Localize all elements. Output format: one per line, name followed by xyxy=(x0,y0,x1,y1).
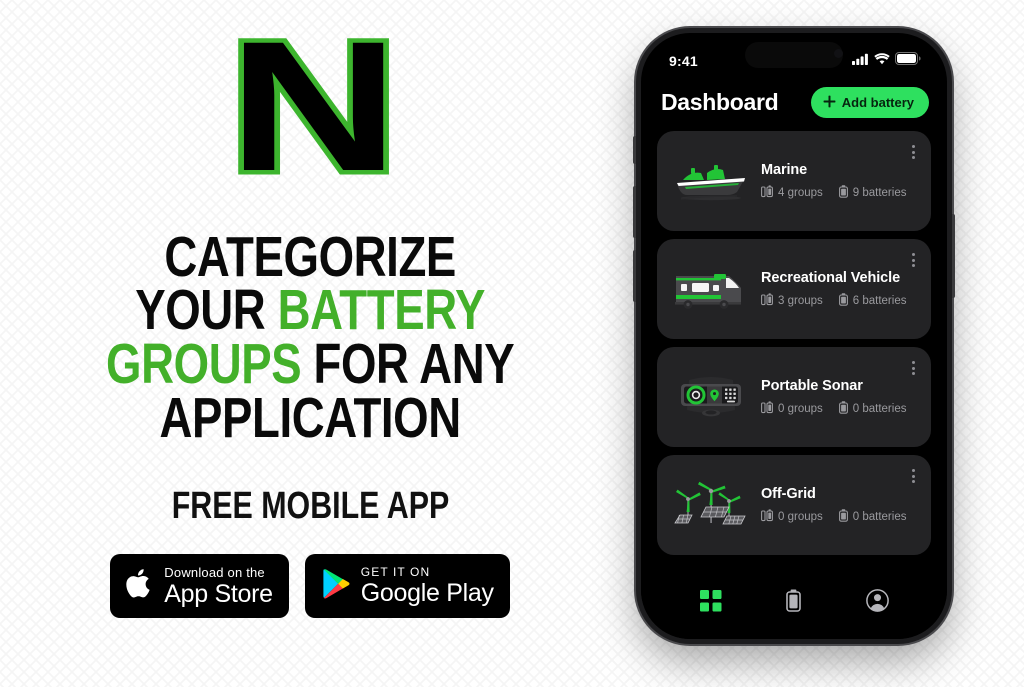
silence-switch[interactable] xyxy=(633,136,636,164)
category-card-portable-sonar[interactable]: Portable Sonar 0 groups 0 batteries xyxy=(657,347,931,447)
groups-meta: 4 groups xyxy=(761,184,823,201)
card-body: Marine 4 groups 9 batteries xyxy=(761,162,917,201)
dynamic-island xyxy=(745,42,843,68)
profile-icon xyxy=(865,589,889,617)
card-body: Portable Sonar 0 groups 0 batteries xyxy=(761,378,917,417)
phone-device: 9:41 Dashboard Add battery Marine 4 grou… xyxy=(633,28,955,644)
groups-meta: 0 groups xyxy=(761,508,823,525)
promo-panel: N CATEGORIZE YOUR BATTERY GROUPS FOR ANY AP… xyxy=(0,0,620,687)
rv-icon xyxy=(671,258,751,320)
google-play-label: GET IT ON Google Play xyxy=(361,566,494,606)
kebab-menu-icon[interactable] xyxy=(910,359,917,377)
wifi-icon xyxy=(874,52,890,70)
volume-up-button[interactable] xyxy=(633,186,636,238)
battery-icon xyxy=(786,589,802,617)
headline-line-2: GROUPS FOR ANY xyxy=(106,335,515,392)
batteries-count-label: 9 batteries xyxy=(852,186,907,199)
headline-line-0: CATEGORIZE xyxy=(106,228,514,285)
batteries-count-label: 6 batteries xyxy=(852,294,907,307)
battery-icon xyxy=(838,400,848,417)
add-battery-button[interactable]: Add battery xyxy=(810,87,929,118)
battery-group-icon xyxy=(761,508,773,525)
card-title: Recreational Vehicle xyxy=(761,269,901,286)
card-title: Marine xyxy=(761,161,808,178)
headline-line-1: YOUR BATTERY xyxy=(106,282,514,339)
batteries-meta: 0 batteries xyxy=(838,508,907,525)
groups-count-label: 3 groups xyxy=(778,294,823,307)
power-button[interactable] xyxy=(952,214,955,298)
google-play-icon xyxy=(321,567,351,605)
app-store-badge[interactable]: Download on the App Store xyxy=(110,554,289,619)
app-store-bottom-label: App Store xyxy=(164,579,273,608)
batteries-meta: 9 batteries xyxy=(838,184,907,201)
card-meta: 3 groups 6 batteries xyxy=(761,292,917,309)
kebab-menu-icon[interactable] xyxy=(910,143,917,161)
promo-page: N CATEGORIZE YOUR BATTERY GROUPS FOR ANY AP… xyxy=(0,0,1024,687)
card-meta: 4 groups 9 batteries xyxy=(761,184,917,201)
renewable-energy-icon xyxy=(671,474,751,536)
category-card-recreational-vehicle[interactable]: Recreational Vehicle 3 groups 6 batterie… xyxy=(657,239,931,339)
category-card-list: Marine 4 groups 9 batteries Recreational… xyxy=(641,118,947,555)
battery-group-icon xyxy=(761,292,773,309)
tab-dashboard[interactable] xyxy=(691,586,731,620)
add-battery-label: Add battery xyxy=(841,95,914,110)
groups-meta: 0 groups xyxy=(761,400,823,417)
app-store-label: Download on the App Store xyxy=(164,564,273,608)
google-play-bottom-label: Google Play xyxy=(360,579,494,608)
kebab-menu-icon[interactable] xyxy=(910,467,917,485)
category-card-off-grid[interactable]: Off-Grid 0 groups 0 batteries xyxy=(657,455,931,555)
batteries-count-label: 0 batteries xyxy=(852,402,907,415)
battery-icon xyxy=(838,184,848,201)
volume-down-button[interactable] xyxy=(633,250,636,302)
kebab-menu-icon[interactable] xyxy=(910,251,917,269)
headline-line-3: APPLICATION xyxy=(106,389,514,446)
app-store-top-label: Download on the xyxy=(164,564,265,580)
promo-subhead: FREE MOBILE APP xyxy=(171,485,449,528)
brand-logo-n: N xyxy=(223,4,405,210)
batteries-meta: 0 batteries xyxy=(838,400,907,417)
boat-icon xyxy=(671,150,751,212)
groups-count-label: 0 groups xyxy=(778,510,823,523)
category-card-marine[interactable]: Marine 4 groups 9 batteries xyxy=(657,131,931,231)
battery-icon xyxy=(838,508,848,525)
sonar-icon xyxy=(671,366,751,428)
card-title: Off-Grid xyxy=(761,485,816,502)
front-camera-icon xyxy=(834,49,843,58)
card-meta: 0 groups 0 batteries xyxy=(761,400,917,417)
battery-group-icon xyxy=(761,400,773,417)
battery-group-icon xyxy=(761,184,773,201)
headline-word: APPLICATION xyxy=(159,385,461,450)
battery-icon xyxy=(895,52,921,70)
batteries-count-label: 0 batteries xyxy=(852,510,907,523)
google-play-top-label: GET IT ON xyxy=(360,565,431,580)
card-body: Off-Grid 0 groups 0 batteries xyxy=(761,486,917,525)
plus-icon xyxy=(823,95,836,111)
card-body: Recreational Vehicle 3 groups 6 batterie… xyxy=(761,270,917,309)
battery-icon xyxy=(838,292,848,309)
store-badges: Download on the App Store GET IT ON Goog… xyxy=(110,554,510,619)
google-play-badge[interactable]: GET IT ON Google Play xyxy=(304,554,510,619)
app-header: Dashboard Add battery xyxy=(641,79,947,118)
card-meta: 0 groups 0 batteries xyxy=(761,508,917,525)
grid-icon xyxy=(699,589,722,617)
batteries-meta: 6 batteries xyxy=(838,292,907,309)
status-indicators xyxy=(852,52,921,70)
tab-batteries[interactable] xyxy=(774,586,814,620)
phone-panel: 9:41 Dashboard Add battery Marine 4 grou… xyxy=(620,0,1024,687)
groups-count-label: 0 groups xyxy=(778,402,823,415)
apple-icon xyxy=(126,567,154,605)
status-bar: 9:41 xyxy=(641,33,947,79)
cellular-signal-icon xyxy=(852,52,869,70)
tab-account[interactable] xyxy=(857,586,897,620)
groups-count-label: 4 groups xyxy=(778,186,823,199)
status-time: 9:41 xyxy=(669,53,698,69)
bottom-tab-bar xyxy=(641,577,947,639)
phone-screen: 9:41 Dashboard Add battery Marine 4 grou… xyxy=(641,33,947,639)
groups-meta: 3 groups xyxy=(761,292,823,309)
card-title: Portable Sonar xyxy=(761,377,863,394)
dashboard-title: Dashboard xyxy=(661,89,779,115)
page-title: CATEGORIZE YOUR BATTERY GROUPS FOR ANY APPL… xyxy=(106,228,515,446)
